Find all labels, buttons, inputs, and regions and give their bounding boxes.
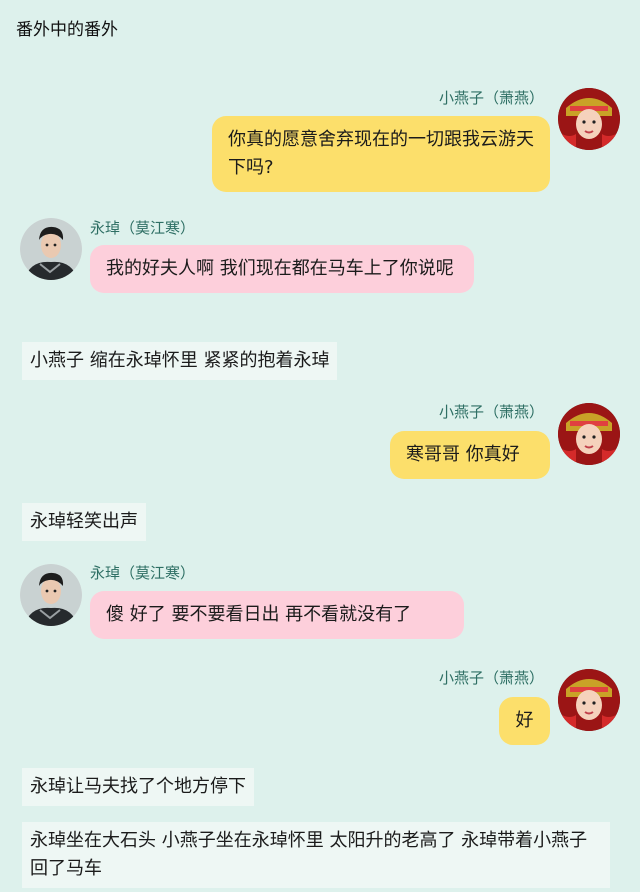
- bride-avatar-icon[interactable]: [558, 669, 620, 731]
- message-bubble: 寒哥哥 你真好: [390, 431, 550, 479]
- speaker-name-yongqi: 永琸（莫江寒）: [90, 219, 196, 237]
- message-bubble: 你真的愿意舍弃现在的一切跟我云游天下吗?: [212, 116, 550, 192]
- narration-text: 小燕子 缩在永琸怀里 紧紧的抱着永琸: [22, 342, 338, 380]
- speaker-name-xiaoyanzi: 小燕子（萧燕）: [438, 669, 544, 687]
- speaker-name-xiaoyanzi: 小燕子（萧燕）: [438, 403, 544, 421]
- bride-avatar-icon[interactable]: [558, 88, 620, 150]
- speaker-name-xiaoyanzi: 小燕子（萧燕）: [438, 89, 544, 107]
- message-bubble: 我的好夫人啊 我们现在都在马车上了你说呢: [90, 245, 474, 293]
- page-title: 番外中的番外: [16, 20, 118, 40]
- bride-avatar-icon[interactable]: [558, 403, 620, 465]
- narration-text: 永琸让马夫找了个地方停下: [22, 768, 254, 806]
- message-bubble: 好: [499, 697, 550, 745]
- narration-text: 永琸轻笑出声: [22, 503, 146, 541]
- man-avatar-icon[interactable]: [20, 218, 82, 280]
- speaker-name-yongqi: 永琸（莫江寒）: [90, 564, 196, 582]
- message-bubble: 傻 好了 要不要看日出 再不看就没有了: [90, 591, 464, 639]
- narration-text: 永琸坐在大石头 小燕子坐在永琸怀里 太阳升的老高了 永琸带着小燕子回了马车: [22, 822, 610, 888]
- man-avatar-icon[interactable]: [20, 564, 82, 626]
